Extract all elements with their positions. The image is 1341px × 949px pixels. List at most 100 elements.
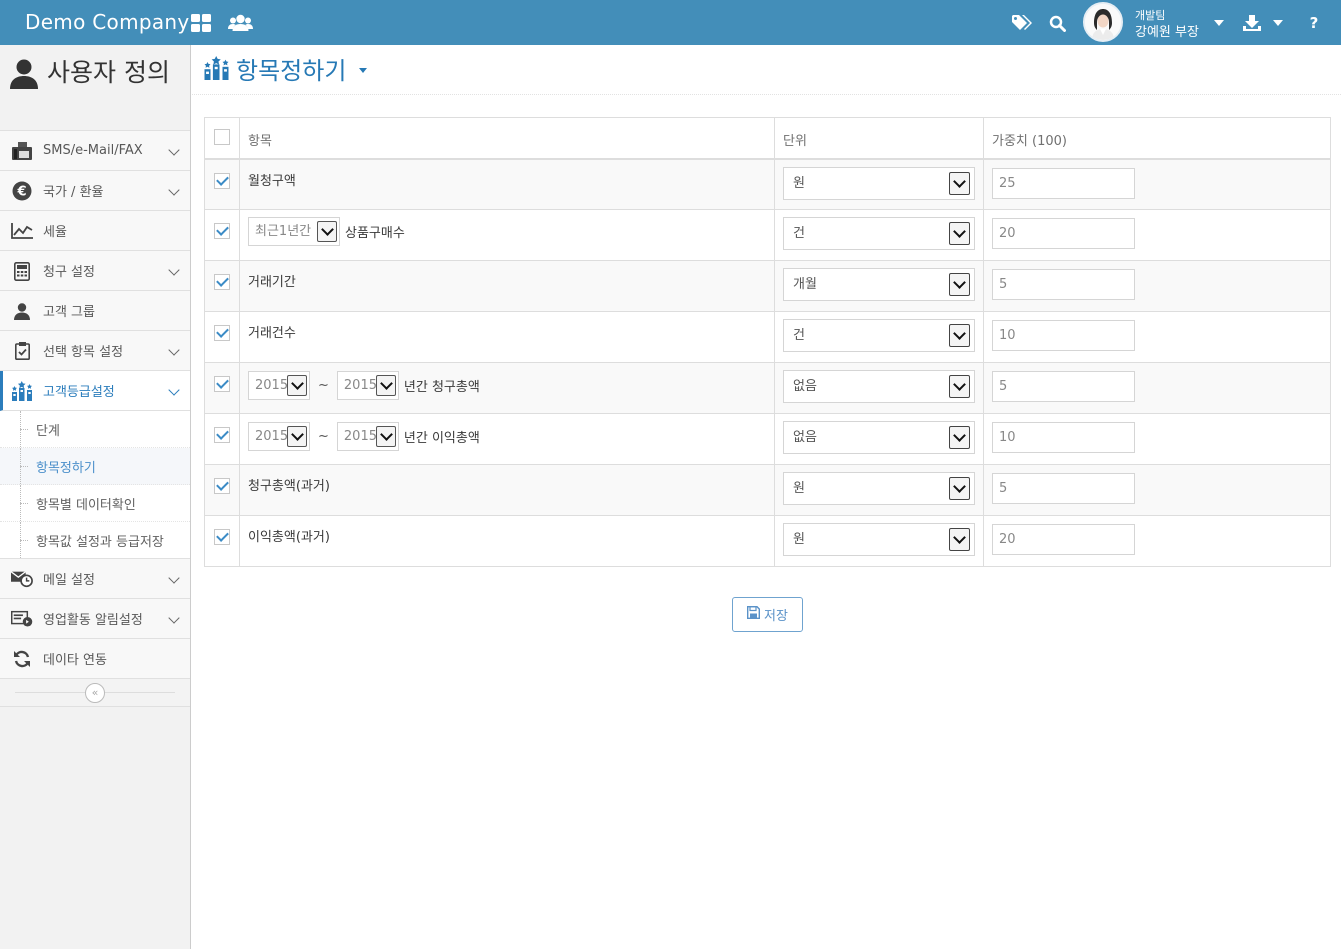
sidebar-subitem-label: 항목값 설정과 등급저장 [36, 534, 164, 550]
sidebar-subitem-value-grade-save[interactable]: 항목값 설정과 등급저장 [0, 522, 190, 559]
save-button[interactable]: 저장 [732, 597, 803, 632]
period-select[interactable]: 최근1년간 [248, 217, 340, 246]
user-menu[interactable]: 개발팀 강예원 부장 [1082, 0, 1230, 45]
chevron-down-icon [949, 222, 970, 245]
unit-select[interactable]: 건 [783, 319, 975, 352]
sync-icon [11, 649, 33, 669]
sidebar-subitem-item-data-check[interactable]: 항목별 데이터확인 [0, 485, 190, 522]
chevron-down-icon [949, 477, 970, 500]
unit-select[interactable]: 없음 [783, 421, 975, 454]
weight-input[interactable] [992, 269, 1135, 300]
chevron-down-icon [168, 572, 180, 584]
sidebar-item-customer-group[interactable]: 고객 그룹 [0, 291, 190, 331]
sidebar-item-sms-email-fax[interactable]: SMS/e-Mail/FAX [0, 131, 190, 171]
to-year-select[interactable]: 2015 [336, 422, 399, 451]
chevron-down-icon [949, 426, 970, 449]
sidebar-subitem-stage[interactable]: 단계 [0, 411, 190, 448]
sidebar-item-sales-notice-settings[interactable]: 영업활동 알림설정 [0, 599, 190, 639]
chevron-down-icon [168, 384, 180, 396]
save-button-label: 저장 [764, 609, 788, 624]
sidebar-item-tax-rate[interactable]: 세율 [0, 211, 190, 251]
chevron-down-icon [287, 426, 307, 447]
weight-input[interactable] [992, 422, 1135, 453]
page-title[interactable]: 항목정하기 [236, 51, 346, 86]
sidebar-item-customer-grade-settings[interactable]: 고객등급설정 [0, 371, 190, 411]
sidebar-subitem-define-items[interactable]: 항목정하기 [0, 448, 190, 485]
weight-input[interactable] [992, 473, 1135, 504]
table-row: 2015 ~ 2015 년간 청구총액 없음 [204, 362, 1331, 414]
weight-input[interactable] [992, 218, 1135, 249]
unit-select[interactable]: 없음 [783, 370, 975, 403]
unit-select-value: 원 [793, 481, 805, 496]
users-icon[interactable] [227, 12, 253, 34]
chevron-down-icon[interactable] [1214, 20, 1224, 26]
brand-name[interactable]: Demo Company [25, 10, 190, 34]
chevron-down-icon [375, 426, 396, 447]
row-checkbox[interactable] [214, 376, 230, 392]
row-checkbox[interactable] [214, 325, 230, 341]
floppy-disk-icon [747, 606, 761, 623]
chevron-down-icon [949, 171, 970, 195]
sidebar-title-text: 사용자 정의 [47, 58, 170, 87]
item-cell: 월청구액 [239, 158, 775, 210]
select-all-checkbox[interactable] [214, 129, 230, 145]
sidebar-item-option-settings[interactable]: 선택 항목 설정 [0, 331, 190, 371]
unit-select[interactable]: 개월 [783, 268, 975, 301]
unit-select[interactable]: 원 [783, 523, 975, 556]
from-year-select[interactable]: 2015 [248, 371, 310, 400]
table-row: 최근1년간 상품구매수 건 [204, 209, 1331, 261]
from-year-select[interactable]: 2015 [248, 422, 310, 451]
weight-input[interactable] [992, 320, 1135, 351]
row-checkbox[interactable] [214, 529, 230, 545]
sidebar-item-billing-settings[interactable]: 청구 설정 [0, 251, 190, 291]
table-row: 이익총액(과거) 원 [204, 515, 1331, 567]
item-label: 상품구매수 [345, 226, 405, 241]
item-label: 이익총액(과거) [248, 530, 330, 545]
column-header-unit: 단위 [774, 117, 984, 160]
unit-select[interactable]: 원 [783, 166, 975, 200]
range-separator: ~ [318, 429, 329, 444]
avatar[interactable] [1083, 2, 1123, 42]
search-icon[interactable] [1046, 12, 1068, 34]
row-checkbox-cell [204, 209, 240, 261]
weight-input[interactable] [992, 524, 1135, 555]
row-checkbox[interactable] [214, 274, 230, 290]
column-header-item: 항목 [239, 117, 775, 160]
weight-input[interactable] [992, 371, 1135, 402]
row-checkbox[interactable] [214, 172, 230, 189]
download-menu-caret-icon[interactable] [1273, 20, 1283, 26]
chevron-down-icon [317, 221, 337, 242]
sidebar-item-mail-settings[interactable]: 메일 설정 [0, 559, 190, 599]
sidebar-item-data-sync[interactable]: 데이타 연동 [0, 639, 190, 679]
row-checkbox[interactable] [214, 223, 230, 239]
download-icon[interactable] [1241, 12, 1263, 34]
sidebar-item-label: 청구 설정 [43, 265, 95, 280]
unit-select-value: 원 [793, 532, 805, 547]
row-checkbox-cell [204, 464, 240, 516]
sidebar-item-country-exchange[interactable]: € 국가 / 환율 [0, 171, 190, 211]
to-year-value: 2015 [343, 429, 377, 444]
sidebar-subitem-label: 단계 [36, 423, 60, 439]
row-checkbox[interactable] [214, 478, 230, 494]
grid-icon[interactable] [190, 12, 212, 34]
chevron-down-icon [287, 375, 307, 396]
unit-select[interactable]: 원 [783, 472, 975, 505]
sidebar-collapse: « [0, 679, 190, 707]
to-year-select[interactable]: 2015 [336, 371, 399, 400]
collapse-sidebar-icon[interactable]: « [85, 683, 105, 703]
weight-input[interactable] [992, 167, 1135, 199]
sidebar-item-label: 세율 [43, 225, 67, 240]
unit-select[interactable]: 건 [783, 217, 975, 250]
chevron-down-icon[interactable] [359, 68, 367, 73]
sidebar-item-label: 메일 설정 [43, 573, 95, 588]
item-label: 청구총액(과거) [248, 479, 330, 494]
sidebar-subitem-label: 항목별 데이터확인 [36, 497, 136, 513]
row-checkbox[interactable] [214, 427, 230, 443]
ranking-icon [203, 56, 230, 84]
item-label: 년간 이익총액 [403, 431, 480, 446]
help-icon[interactable]: ? [1303, 12, 1325, 34]
mail-clock-icon [11, 569, 33, 589]
tags-icon[interactable] [1011, 12, 1033, 34]
table-row: 청구총액(과거) 원 [204, 464, 1331, 516]
weight-cell [983, 311, 1331, 363]
